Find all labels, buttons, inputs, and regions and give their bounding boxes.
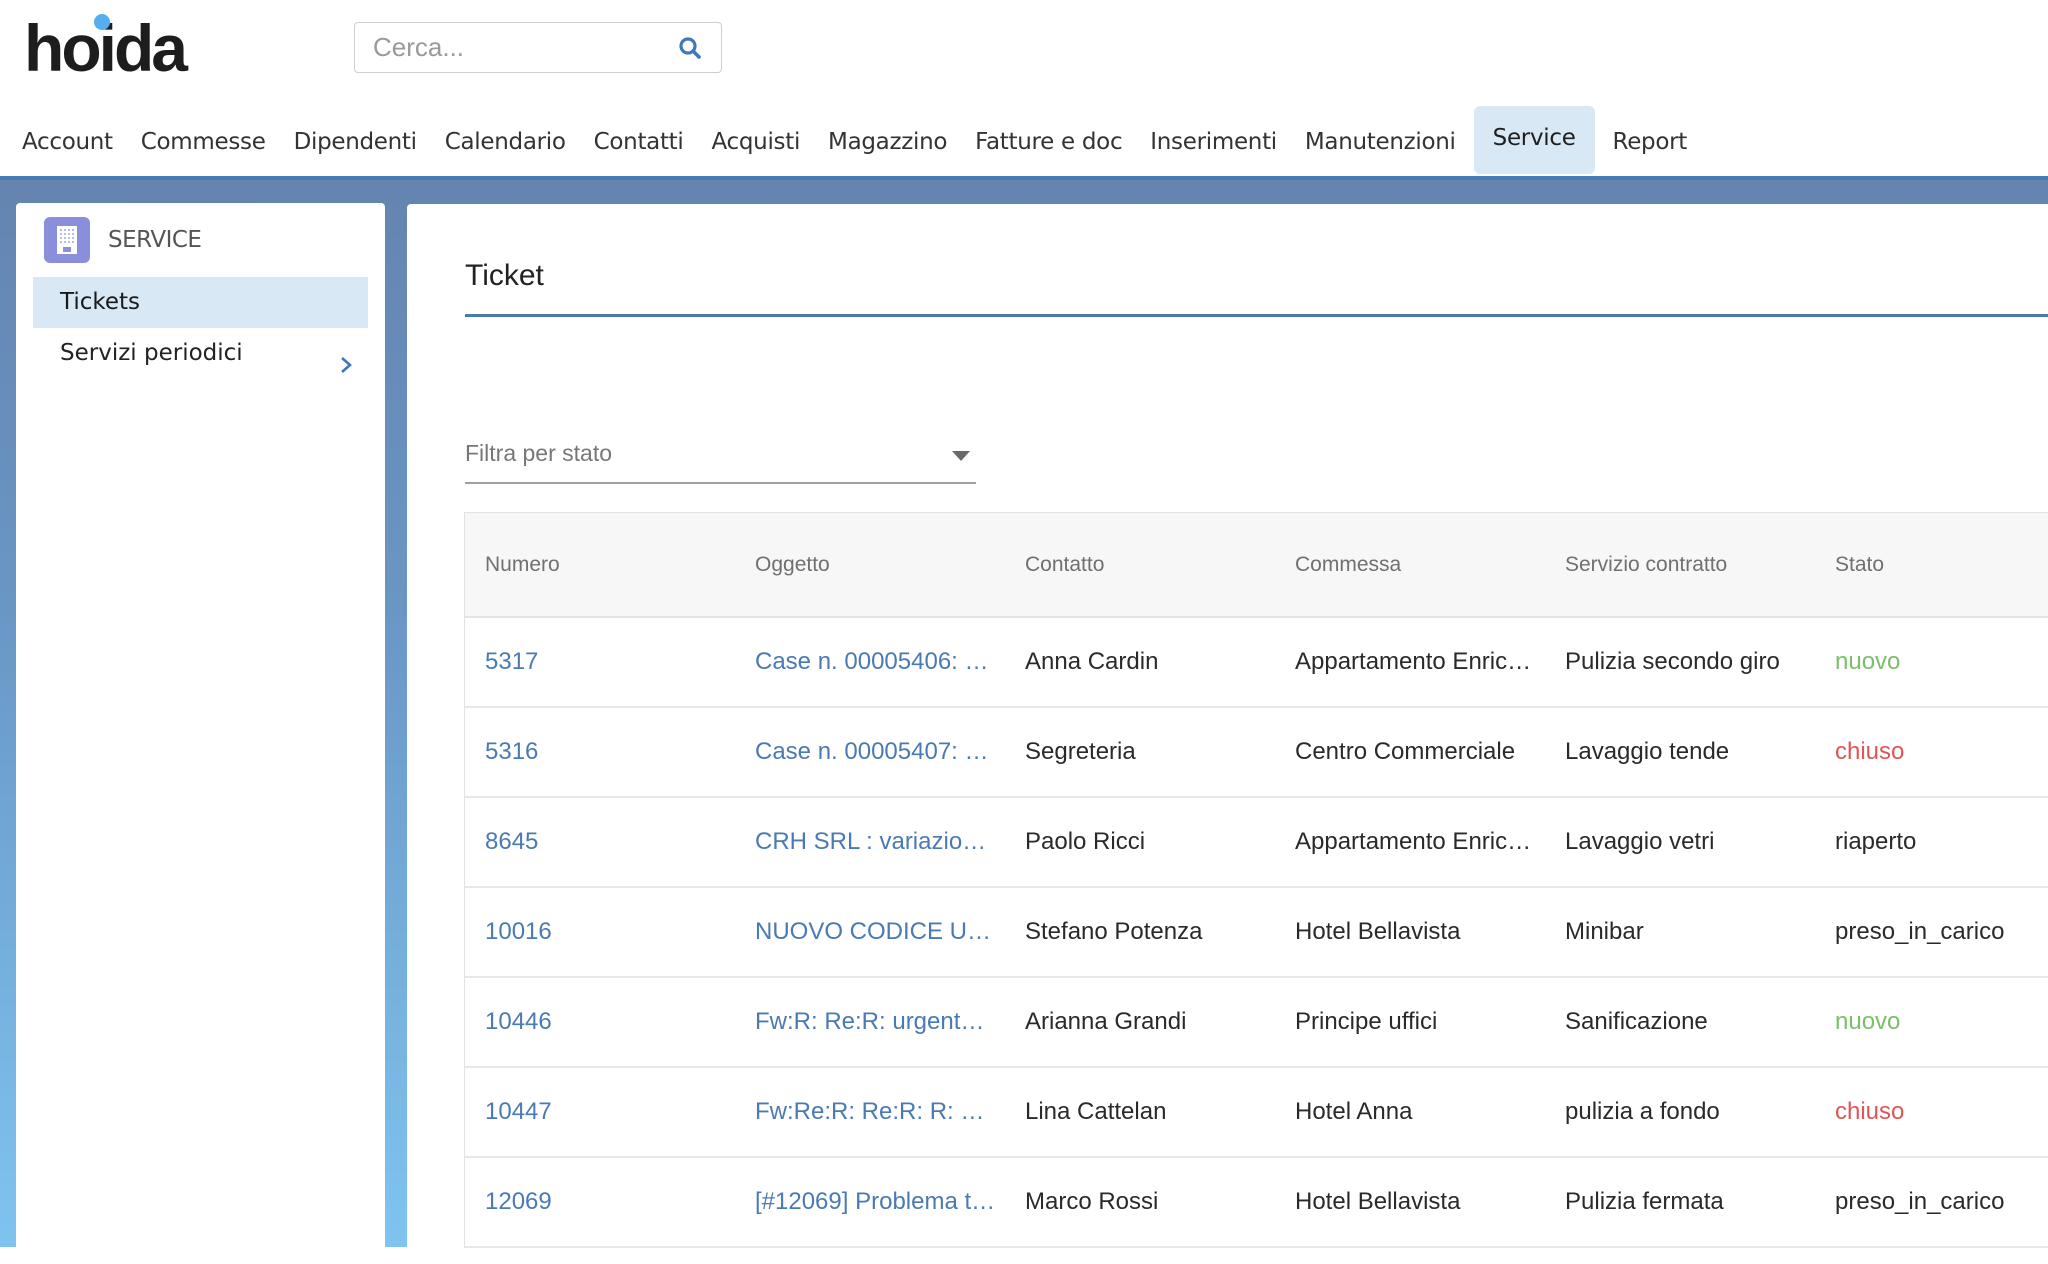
table-row[interactable]: 10446 Fw:R: Re:R: urgente … Arianna Gran… xyxy=(465,978,2048,1068)
sidebar-item-tickets[interactable]: Tickets xyxy=(33,277,368,328)
ticket-number-link[interactable]: 5317 xyxy=(465,648,735,676)
column-header-servizio-contratto[interactable]: Servizio contratto xyxy=(1545,553,1815,577)
ticket-number-link[interactable]: 10016 xyxy=(465,918,735,946)
ticket-commessa: Hotel Anna xyxy=(1295,1098,1413,1125)
ticket-contact: Stefano Potenza xyxy=(1025,918,1203,945)
ticket-status: preso_in_carico xyxy=(1835,918,2005,945)
nav-item-account[interactable]: Account xyxy=(8,106,127,174)
nav-item-inserimenti[interactable]: Inserimenti xyxy=(1136,106,1291,174)
ticket-contact: Marco Rossi xyxy=(1025,1188,1159,1215)
table-row[interactable]: 5317 Case n. 00005406: … Anna Cardin App… xyxy=(465,618,2048,708)
column-header-commessa[interactable]: Commessa xyxy=(1275,553,1545,577)
ticket-contact: Segreteria xyxy=(1025,738,1136,765)
ticket-subject-link[interactable]: NUOVO CODICE UNI… xyxy=(735,918,1005,946)
table-body: 5317 Case n. 00005406: … Anna Cardin App… xyxy=(465,618,2048,1248)
table-row[interactable]: 8645 CRH SRL : variazion… Paolo Ricci Ap… xyxy=(465,798,2048,888)
ticket-number-link[interactable]: 10446 xyxy=(465,1008,735,1036)
table-row[interactable]: 12069 [#12069] Problema t… Marco Rossi H… xyxy=(465,1158,2048,1248)
nav-item-calendario[interactable]: Calendario xyxy=(431,106,580,174)
column-header-contatto[interactable]: Contatto xyxy=(1005,553,1275,577)
ticket-commessa: Hotel Bellavista xyxy=(1295,918,1461,945)
table-row[interactable]: 10016 NUOVO CODICE UNI… Stefano Potenza … xyxy=(465,888,2048,978)
sidebar-header: SERVICE xyxy=(44,217,202,263)
ticket-subject-link[interactable]: [#12069] Problema t… xyxy=(735,1188,1005,1216)
ticket-number-link[interactable]: 10447 xyxy=(465,1098,735,1126)
building-icon xyxy=(44,217,90,263)
ticket-service: Pulizia secondo giro xyxy=(1565,648,1780,675)
ticket-contact: Anna Cardin xyxy=(1025,648,1159,675)
table-header: Numero Oggetto Contatto Commessa Servizi… xyxy=(465,513,2048,618)
ticket-status: chiuso xyxy=(1835,738,1905,765)
ticket-service: Sanificazione xyxy=(1565,1008,1708,1035)
ticket-service: Minibar xyxy=(1565,918,1644,945)
column-header-numero[interactable]: Numero xyxy=(465,553,735,577)
ticket-commessa: Principe uffici xyxy=(1295,1008,1438,1035)
ticket-contact: Arianna Grandi xyxy=(1025,1008,1187,1035)
table-row[interactable]: 10447 Fw:Re:R: Re:R: R: FA… Lina Cattela… xyxy=(465,1068,2048,1158)
chevron-right-icon xyxy=(336,343,356,373)
ticket-contact: Lina Cattelan xyxy=(1025,1098,1167,1125)
ticket-commessa: Hotel Bellavista xyxy=(1295,1188,1461,1215)
nav-item-commesse[interactable]: Commesse xyxy=(127,106,280,174)
ticket-subject-link[interactable]: Case n. 00005406: … xyxy=(735,648,1005,676)
status-filter-select[interactable]: Filtra per stato xyxy=(465,432,976,484)
nav-item-dipendenti[interactable]: Dipendenti xyxy=(280,106,431,174)
column-header-oggetto[interactable]: Oggetto xyxy=(735,553,1005,577)
ticket-status: nuovo xyxy=(1835,648,1901,675)
ticket-commessa: Centro Commerciale xyxy=(1295,738,1516,765)
tickets-table: Numero Oggetto Contatto Commessa Servizi… xyxy=(464,512,2048,1248)
search-box xyxy=(354,22,722,73)
ticket-service: Lavaggio vetri xyxy=(1565,828,1715,855)
sidebar: SERVICE Tickets Servizi periodici xyxy=(16,203,385,1263)
nav-item-report[interactable]: Report xyxy=(1599,106,1701,174)
ticket-commessa: Appartamento Enric… xyxy=(1295,648,1532,675)
nav-item-manutenzioni[interactable]: Manutenzioni xyxy=(1291,106,1470,174)
ticket-subject-link[interactable]: Fw:R: Re:R: urgente … xyxy=(735,1008,1005,1036)
ticket-status: riaperto xyxy=(1835,828,1917,855)
ticket-subject-link[interactable]: Fw:Re:R: Re:R: R: FA… xyxy=(735,1098,1005,1126)
logo-dot-icon xyxy=(94,14,110,30)
ticket-status: preso_in_carico xyxy=(1835,1188,2005,1215)
page-title: Ticket xyxy=(465,259,544,292)
sidebar-item-label: Tickets xyxy=(60,289,141,315)
ticket-commessa: Appartamento Enric… xyxy=(1295,828,1532,855)
ticket-service: pulizia a fondo xyxy=(1565,1098,1720,1125)
ticket-status: nuovo xyxy=(1835,1008,1901,1035)
ticket-subject-link[interactable]: Case n. 00005407: … xyxy=(735,738,1005,766)
column-header-stato[interactable]: Stato xyxy=(1815,553,2048,577)
ticket-number-link[interactable]: 5316 xyxy=(465,738,735,766)
ticket-contact: Paolo Ricci xyxy=(1025,828,1146,855)
ticket-number-link[interactable]: 12069 xyxy=(465,1188,735,1216)
status-filter-placeholder: Filtra per stato xyxy=(465,440,612,466)
main-panel: Ticket Filtra per stato Numero Oggetto C… xyxy=(407,204,2048,1264)
search-icon[interactable] xyxy=(677,35,703,61)
search-input[interactable] xyxy=(373,23,663,72)
caret-down-icon xyxy=(952,451,970,461)
title-divider xyxy=(465,314,2048,317)
nav-item-acquisti[interactable]: Acquisti xyxy=(698,106,815,174)
main-nav: Account Commesse Dipendenti Calendario C… xyxy=(0,106,1701,174)
sidebar-section-title: SERVICE xyxy=(108,227,202,253)
ticket-service: Pulizia fermata xyxy=(1565,1188,1724,1215)
nav-item-magazzino[interactable]: Magazzino xyxy=(814,106,961,174)
sidebar-item-label: Servizi periodici xyxy=(60,340,243,366)
ticket-service: Lavaggio tende xyxy=(1565,738,1730,765)
ticket-number-link[interactable]: 8645 xyxy=(465,828,735,856)
ticket-status: chiuso xyxy=(1835,1098,1905,1125)
nav-item-service[interactable]: Service xyxy=(1473,106,1595,174)
table-row[interactable]: 5316 Case n. 00005407: … Segreteria Cent… xyxy=(465,708,2048,798)
ticket-subject-link[interactable]: CRH SRL : variazion… xyxy=(735,828,1005,856)
sidebar-item-servizi-periodici[interactable]: Servizi periodici xyxy=(33,328,368,379)
top-header: hoida Account Commesse Dipendenti Calend… xyxy=(0,0,2048,176)
nav-item-contatti[interactable]: Contatti xyxy=(580,106,698,174)
nav-item-fatture-e-doc[interactable]: Fatture e doc xyxy=(961,106,1136,174)
